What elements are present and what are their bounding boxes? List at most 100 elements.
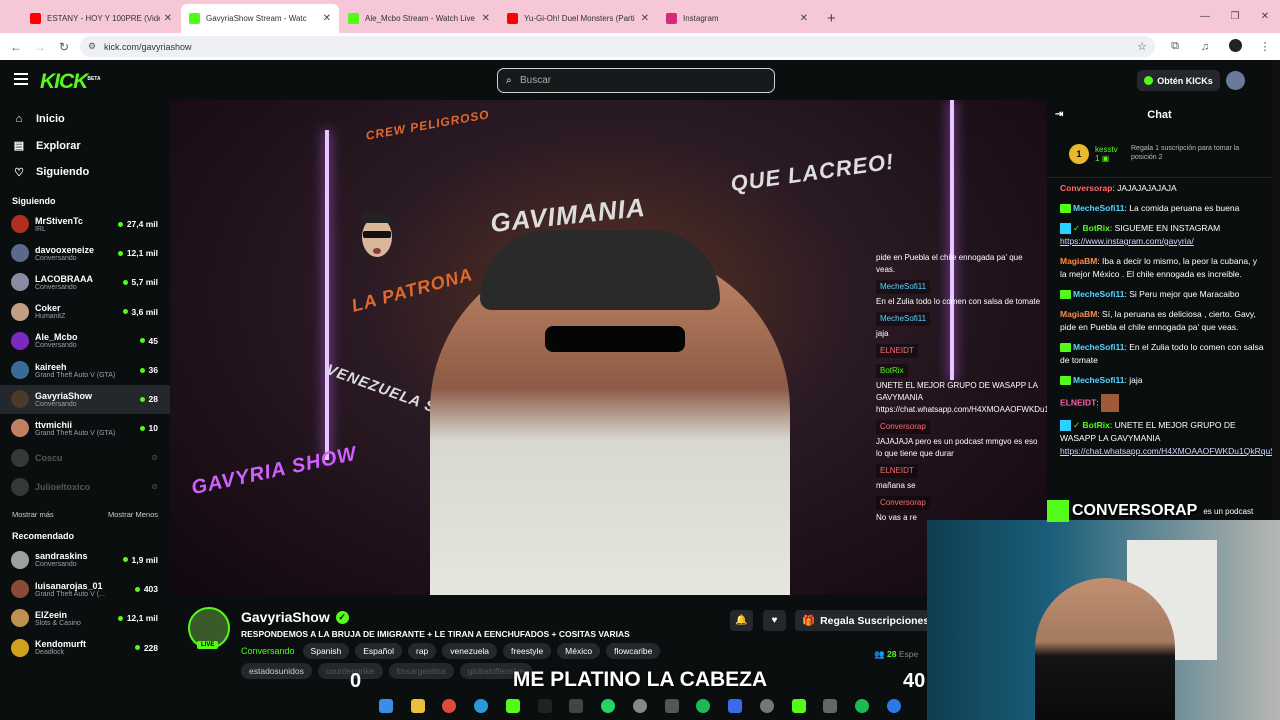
whatsapp-icon[interactable] xyxy=(601,699,616,713)
tab-close-icon[interactable]: ✕ xyxy=(641,13,649,24)
forward-icon[interactable]: → xyxy=(28,40,52,54)
channel-item[interactable]: MrStivenTc IRL 27,4 mil xyxy=(0,210,170,239)
kick-logo[interactable]: KICKBETA xyxy=(40,70,101,94)
app-icon[interactable] xyxy=(728,699,743,713)
back-icon[interactable]: ← xyxy=(4,40,28,54)
windows-start-icon[interactable] xyxy=(378,699,393,713)
tag-chip[interactable]: Español xyxy=(355,643,402,659)
page-scrollbar[interactable] xyxy=(1272,60,1280,520)
channel-item[interactable]: sandraskins Conversando 1,9 mil xyxy=(0,545,170,574)
collapse-chat-icon[interactable]: ⇥ xyxy=(1055,109,1063,120)
channel-item[interactable]: ttvmichii Grand Theft Auto V (GTA) 10 xyxy=(0,414,170,443)
channel-category: Grand Theft Auto V (GTA) xyxy=(35,371,116,379)
bookmark-star-icon[interactable]: ☆ xyxy=(1137,40,1147,53)
browser-tab[interactable]: GavyriaShow Stream - Watc ✕ xyxy=(181,4,339,33)
spotify-icon[interactable] xyxy=(855,699,870,713)
channel-item[interactable]: luisanarojas_01 Grand Theft Auto V (... 40… xyxy=(0,575,170,604)
chat-username[interactable]: MagiaBM xyxy=(1060,309,1097,319)
tab-close-icon[interactable]: ✕ xyxy=(800,13,808,24)
channel-item[interactable]: Ale_Mcbo Conversando 45 xyxy=(0,326,170,355)
capcut-icon[interactable] xyxy=(569,699,584,713)
url-bar[interactable]: ⚙ kick.com/gavyriashow ☆ xyxy=(80,36,1155,57)
chat-username[interactable]: ELNEIDT xyxy=(1060,397,1096,407)
chat-link[interactable]: https://chat.whatsapp.com/H4XMOAAOFWKDu1… xyxy=(1060,446,1280,456)
channel-item[interactable]: Coker HumanitZ 3,6 mil xyxy=(0,297,170,326)
tiktok-icon[interactable] xyxy=(537,699,552,713)
file-explorer-icon[interactable] xyxy=(410,699,425,713)
chat-link[interactable]: https://www.instagram.com/gavyria/ xyxy=(1060,236,1194,246)
extensions-icon[interactable]: ⧉ xyxy=(1160,40,1190,53)
menu-dots-icon[interactable]: ⋮ xyxy=(1250,40,1280,53)
obtain-kicks-button[interactable]: Obtén KICKs xyxy=(1137,70,1220,91)
maximize-icon[interactable]: ❐ xyxy=(1220,11,1250,22)
channel-item[interactable]: Coscu ⊘ xyxy=(0,443,170,472)
channel-item[interactable]: Julioeltoxico ⊘ xyxy=(0,472,170,501)
tag-chip[interactable]: flowcaribe xyxy=(606,643,661,659)
notification-bell-button[interactable]: 🔔 xyxy=(730,610,753,631)
tab-close-icon[interactable]: ✕ xyxy=(323,13,331,24)
viewer-number: 3,6 mil xyxy=(131,306,158,317)
stream-category-link[interactable]: Conversando xyxy=(241,646,295,656)
spotify-icon[interactable] xyxy=(696,699,711,713)
minimize-icon[interactable]: — xyxy=(1190,11,1220,22)
chat-username[interactable]: MecheSofi11 xyxy=(1073,203,1125,213)
tag-chip[interactable]: México xyxy=(557,643,601,659)
chat-messages: Conversorap: JAJAJAJAJAJA MecheSofi11: La… xyxy=(1047,178,1280,458)
profile-icon[interactable] xyxy=(1220,38,1250,55)
follow-button[interactable]: ♥ xyxy=(763,610,786,631)
browser-tab[interactable]: ESTANY - HOY Y 100PRE (Video ✕ xyxy=(22,4,180,33)
new-tab-button[interactable]: + xyxy=(827,4,836,33)
app-icon[interactable] xyxy=(791,699,806,713)
hamburger-menu-icon[interactable] xyxy=(14,73,28,88)
reload-icon[interactable]: ↻ xyxy=(52,40,76,54)
chat-username[interactable]: BotRix xyxy=(1082,420,1109,430)
channel-item[interactable]: LACOBRAAA Conversando 5,7 mil xyxy=(0,268,170,297)
app-icon[interactable] xyxy=(823,699,838,713)
nav-item-siguiendo[interactable]: ♡ Siguiendo xyxy=(0,159,170,186)
tab-close-icon[interactable]: ✕ xyxy=(164,13,172,24)
nav-item-inicio[interactable]: ⌂ Inicio xyxy=(0,106,170,133)
channel-item[interactable]: davooxeneize Conversando 12,1 mil xyxy=(0,239,170,268)
tag-chip[interactable]: freestyle xyxy=(503,643,552,659)
search-input[interactable]: ⌕ Buscar xyxy=(497,68,775,93)
chat-username[interactable]: MecheSofi11 xyxy=(1073,289,1125,299)
show-less-button[interactable]: Mostrar Menos xyxy=(108,510,158,519)
browser-tab[interactable]: Yu-Gi-Oh! Duel Monsters (Parti ✕ xyxy=(499,4,657,33)
video-player[interactable]: QUE LACREO! GAVIMANIA CREW PELIGROSO LA … xyxy=(170,100,1047,595)
chat-username[interactable]: MecheSofi11 xyxy=(1073,375,1125,385)
app-icon[interactable] xyxy=(886,699,901,713)
leader-name[interactable]: kesstv xyxy=(1095,145,1118,154)
tag-chip[interactable]: Spanish xyxy=(302,643,350,659)
webcam-person xyxy=(1035,578,1175,720)
show-more-button[interactable]: Mostrar más xyxy=(12,510,54,519)
chat-username[interactable]: BotRix xyxy=(1082,223,1109,233)
chat-username[interactable]: Conversorap xyxy=(1060,183,1112,193)
close-window-icon[interactable]: ✕ xyxy=(1250,11,1280,22)
channel-item[interactable]: GavyriaShow Conversando 28 xyxy=(0,384,170,414)
browser-tab[interactable]: Ale_Mcbo Stream - Watch Live ✕ xyxy=(340,4,498,33)
channel-item[interactable]: kaireeh Grand Theft Auto V (GTA) 36 xyxy=(0,355,170,384)
site-info-icon[interactable]: ⚙ xyxy=(88,41,96,52)
chrome-icon[interactable] xyxy=(442,699,457,713)
app-icon[interactable] xyxy=(505,699,520,713)
channel-item[interactable]: Kendomurft Deadlock 228 xyxy=(0,633,170,662)
nav-item-explorar[interactable]: ▤ Explorar xyxy=(0,133,170,160)
channel-name[interactable]: GavyriaShow xyxy=(241,609,330,625)
browser-tab[interactable]: Instagram ✕ xyxy=(658,4,816,33)
edge-icon[interactable] xyxy=(474,699,489,713)
openai-icon[interactable] xyxy=(632,699,647,713)
user-avatar[interactable] xyxy=(1226,71,1245,90)
tag-chip[interactable]: venezuela xyxy=(442,643,498,659)
app-icon[interactable] xyxy=(664,699,679,713)
chat-username[interactable]: MecheSofi11 xyxy=(1073,342,1125,352)
channel-item[interactable]: ElZeein Slots & Casino 12,1 mil xyxy=(0,604,170,633)
media-control-icon[interactable]: ♫ xyxy=(1190,41,1220,53)
channel-text: GavyriaShow Conversando xyxy=(35,391,140,408)
tag-chip[interactable]: rap xyxy=(407,643,437,659)
cam-name: CONVERSORAP xyxy=(1072,502,1198,519)
following-list: MrStivenTc IRL 27,4 mil davooxeneize Convers… xyxy=(0,210,170,502)
tab-close-icon[interactable]: ✕ xyxy=(482,13,490,24)
settings-icon[interactable] xyxy=(759,699,774,713)
chat-username[interactable]: MagiaBM xyxy=(1060,256,1097,266)
gift-subs-button[interactable]: 🎁 Regala Suscripciones xyxy=(795,610,930,631)
